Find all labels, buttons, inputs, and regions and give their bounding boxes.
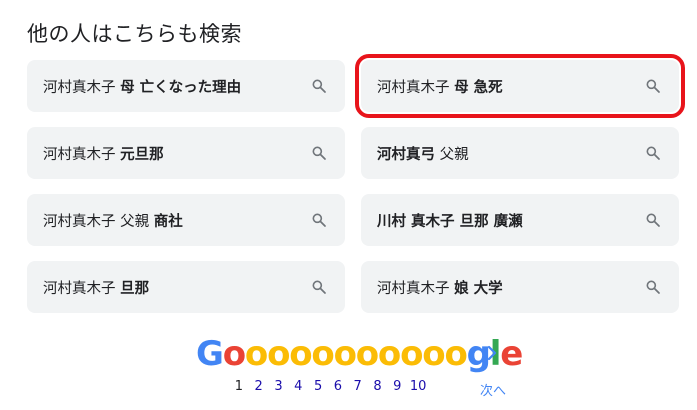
search-icon [646,280,660,294]
chip-label: 河村真木子 父親 商社 [43,213,183,230]
search-icon [312,280,326,294]
related-search-chip[interactable]: 川村 真木子 旦那 廣瀬 [361,194,679,246]
chip-label: 川村 真木子 旦那 廣瀬 [377,213,523,230]
chip-label: 河村真木子 旦那 [43,280,150,297]
page-current: 1 [234,379,244,394]
related-search-chip[interactable]: 河村真木子 旦那 [27,261,345,313]
related-search-chip[interactable]: 河村真木子 母 亡くなった理由 [27,60,345,112]
related-search-chip-highlighted[interactable]: 河村真木子 母 急死 [355,54,685,118]
search-icon [312,146,326,160]
related-searches-heading: 他の人はこちらも検索 [27,22,242,46]
search-icon [312,79,326,93]
chip-label: 河村真木子 元旦那 [43,146,164,163]
page-link[interactable]: 10 [407,379,429,394]
page-link[interactable]: 6 [328,379,348,394]
chip-label: 河村真木子 娘 大学 [377,280,503,297]
google-pagination-logo: Gooooooooooogle [196,334,523,374]
chip-label: 河村真木子 母 亡くなった理由 [43,79,242,96]
next-page-link[interactable]: 次へ [480,380,506,399]
chip-label: 河村真弓 父親 [377,146,469,163]
related-search-chip[interactable]: 河村真木子 父親 商社 [27,194,345,246]
chevron-right-icon[interactable] [484,344,500,362]
related-search-chip[interactable]: 河村真木子 元旦那 [27,127,345,179]
search-icon [646,213,660,227]
page-link[interactable]: 2 [249,379,269,394]
search-icon [646,146,660,160]
related-search-chip[interactable]: 河村真弓 父親 [361,127,679,179]
chip-label: 河村真木子 母 急死 [377,79,503,96]
page-link[interactable]: 5 [308,379,328,394]
search-results-footer: 他の人はこちらも検索 河村真木子 母 亡くなった理由 河村真木子 母 急死 河村… [0,0,697,410]
search-icon [646,79,660,93]
page-link[interactable]: 8 [368,379,388,394]
page-link[interactable]: 7 [348,379,368,394]
page-link[interactable]: 4 [288,379,308,394]
page-link[interactable]: 3 [269,379,289,394]
pagination: Gooooooooooogle 1 2 3 4 5 6 7 8 9 10 次へ [0,330,697,410]
related-searches-grid: 河村真木子 母 亡くなった理由 河村真木子 母 急死 河村真木子 元旦那 河村真… [27,54,685,313]
search-icon [312,213,326,227]
page-numbers: 1 2 3 4 5 6 7 8 9 10 [229,379,429,394]
related-search-chip[interactable]: 河村真木子 娘 大学 [361,261,679,313]
page-link[interactable]: 9 [387,379,407,394]
